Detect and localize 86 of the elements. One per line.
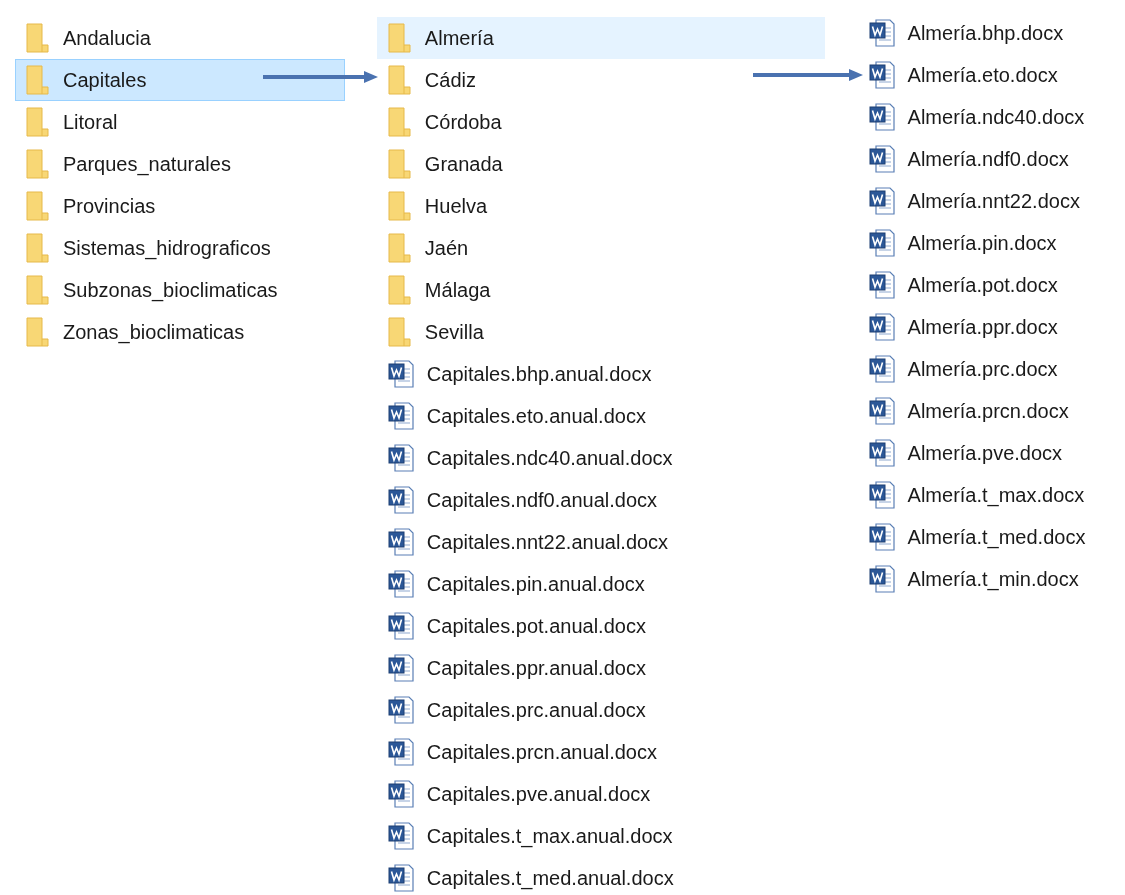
file-list-item[interactable]: Capitales.pve.anual.docx bbox=[376, 773, 825, 815]
file-list-item[interactable]: Capitales.prcn.anual.docx bbox=[376, 731, 825, 773]
word-document-icon bbox=[868, 523, 895, 551]
word-document-icon bbox=[387, 696, 414, 724]
file-list-item[interactable]: Almería.ndf0.docx bbox=[857, 138, 1125, 180]
word-document-icon bbox=[868, 271, 895, 299]
word-document-icon bbox=[868, 481, 895, 509]
word-document-icon bbox=[387, 612, 414, 640]
file-list-item[interactable]: Granada bbox=[376, 143, 825, 185]
word-document-icon bbox=[868, 397, 895, 425]
file-list-item[interactable]: Almería.t_med.docx bbox=[857, 516, 1125, 558]
folder-icon bbox=[387, 191, 412, 221]
word-document-icon bbox=[868, 439, 895, 467]
file-list-item[interactable]: Andalucia bbox=[15, 17, 345, 59]
folder-icon bbox=[26, 107, 50, 137]
word-document-icon bbox=[868, 61, 895, 89]
file-list-item[interactable]: Sistemas_hidrograficos bbox=[15, 227, 345, 269]
file-list-item[interactable]: Almería.pot.docx bbox=[857, 264, 1125, 306]
folder-icon bbox=[26, 275, 50, 305]
file-list-item[interactable]: Parques_naturales bbox=[15, 143, 345, 185]
folder-icon bbox=[387, 65, 412, 95]
file-list-item[interactable]: Almería.ppr.docx bbox=[857, 306, 1125, 348]
file-list-item[interactable]: Capitales.pot.anual.docx bbox=[376, 605, 825, 647]
file-list-item[interactable]: Almería.eto.docx bbox=[857, 54, 1125, 96]
file-list-item[interactable]: Capitales.ndf0.anual.docx bbox=[376, 479, 825, 521]
file-list-item[interactable]: Almería.prc.docx bbox=[857, 348, 1125, 390]
file-list-item[interactable]: Capitales.t_max.anual.docx bbox=[376, 815, 825, 857]
folder-icon bbox=[387, 149, 412, 179]
folder-icon bbox=[26, 23, 50, 53]
word-document-icon bbox=[387, 570, 414, 598]
folder-icon bbox=[387, 107, 412, 137]
word-document-icon bbox=[387, 738, 414, 766]
word-document-icon bbox=[868, 229, 895, 257]
folder-icon bbox=[26, 317, 50, 347]
file-list-item[interactable]: Almería bbox=[376, 17, 825, 59]
word-document-icon bbox=[868, 145, 895, 173]
word-document-icon bbox=[387, 822, 414, 850]
file-list-item[interactable]: Capitales.bhp.anual.docx bbox=[376, 353, 825, 395]
file-list-item[interactable]: Almería.ndc40.docx bbox=[857, 96, 1125, 138]
file-list-item[interactable]: Almería.pin.docx bbox=[857, 222, 1125, 264]
folder-icon bbox=[387, 233, 412, 263]
word-document-icon bbox=[868, 355, 895, 383]
word-document-icon bbox=[387, 402, 414, 430]
file-list-item[interactable]: Capitales.ndc40.anual.docx bbox=[376, 437, 825, 479]
file-list-item[interactable]: Almería.t_min.docx bbox=[857, 558, 1125, 600]
folder-icon bbox=[26, 191, 50, 221]
folder-icon bbox=[387, 23, 412, 53]
file-list-item[interactable]: Capitales.eto.anual.docx bbox=[376, 395, 825, 437]
folder-icon bbox=[387, 275, 412, 305]
file-list-item[interactable]: Almería.t_max.docx bbox=[857, 474, 1125, 516]
file-list-item[interactable]: Almería.pve.docx bbox=[857, 432, 1125, 474]
word-document-icon bbox=[868, 313, 895, 341]
file-list-item[interactable]: Zonas_bioclimaticas bbox=[15, 311, 345, 353]
file-list-item[interactable]: Córdoba bbox=[376, 101, 825, 143]
file-list-item[interactable]: Cádiz bbox=[376, 59, 825, 101]
file-list-item[interactable]: Jaén bbox=[376, 227, 825, 269]
word-document-icon bbox=[868, 565, 895, 593]
word-document-icon bbox=[387, 528, 414, 556]
file-list-item[interactable]: Málaga bbox=[376, 269, 825, 311]
file-list-item[interactable]: Capitales.t_med.anual.docx bbox=[376, 857, 825, 895]
file-list-item[interactable]: Almería.prcn.docx bbox=[857, 390, 1125, 432]
word-document-icon bbox=[868, 187, 895, 215]
file-list-item[interactable]: Capitales.nnt22.anual.docx bbox=[376, 521, 825, 563]
word-document-icon bbox=[387, 444, 414, 472]
file-list-item[interactable]: Provincias bbox=[15, 185, 345, 227]
file-list-item[interactable]: Subzonas_bioclimaticas bbox=[15, 269, 345, 311]
file-list-item[interactable]: Capitales bbox=[15, 59, 345, 101]
word-document-icon bbox=[387, 780, 414, 808]
file-list-item[interactable]: Almería.nnt22.docx bbox=[857, 180, 1125, 222]
folder-icon bbox=[26, 65, 50, 95]
file-list-item[interactable]: Capitales.pin.anual.docx bbox=[376, 563, 825, 605]
word-document-icon bbox=[868, 19, 895, 47]
file-list-item[interactable]: Huelva bbox=[376, 185, 825, 227]
file-list-item[interactable]: Almería.bhp.docx bbox=[857, 12, 1125, 54]
folder-icon bbox=[387, 317, 412, 347]
folder-icon bbox=[26, 233, 50, 263]
file-list-item[interactable]: Litoral bbox=[15, 101, 345, 143]
word-document-icon bbox=[387, 654, 414, 682]
file-list-item[interactable]: Capitales.ppr.anual.docx bbox=[376, 647, 825, 689]
file-list-item[interactable]: Capitales.prc.anual.docx bbox=[376, 689, 825, 731]
word-document-icon bbox=[868, 103, 895, 131]
folder-icon bbox=[26, 149, 50, 179]
word-document-icon bbox=[387, 864, 414, 892]
word-document-icon bbox=[387, 486, 414, 514]
file-list-item[interactable]: Sevilla bbox=[376, 311, 825, 353]
word-document-icon bbox=[387, 360, 414, 388]
